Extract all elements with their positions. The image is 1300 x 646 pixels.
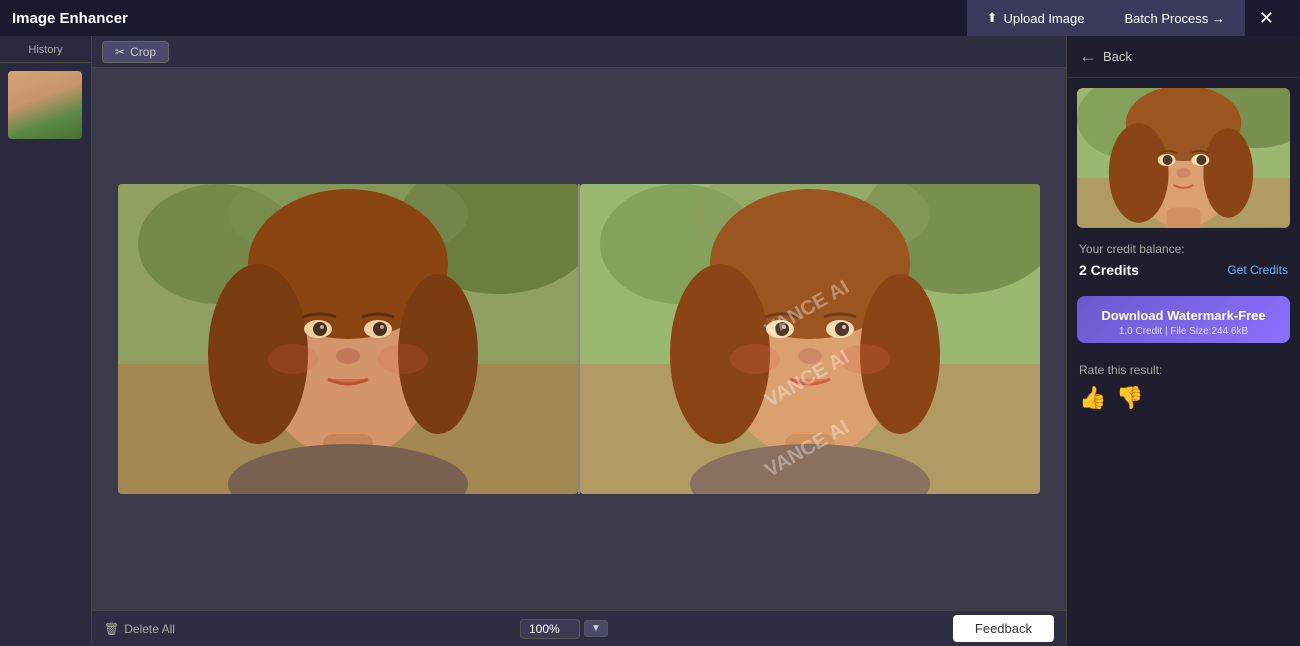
enhanced-image-panel: VANCE AI VANCE AI VANCE AI bbox=[580, 184, 1040, 494]
history-thumbnail bbox=[8, 71, 82, 139]
image-toolbar: ✂ Crop bbox=[92, 36, 1066, 68]
header-actions: ⬆ Upload Image Batch Process → ✕ bbox=[967, 0, 1288, 36]
rate-buttons: 👍 👎 bbox=[1079, 385, 1288, 411]
history-label: History bbox=[0, 36, 91, 63]
right-panel: ← Back Your credit balance: 2 Credi bbox=[1066, 36, 1300, 646]
comparison-container: VANCE AI VANCE AI VANCE AI bbox=[92, 68, 1066, 610]
credit-section: Your credit balance: 2 Credits Get Credi… bbox=[1067, 228, 1300, 286]
thumbnail-image bbox=[8, 71, 82, 139]
result-preview-image bbox=[1077, 88, 1290, 228]
enhanced-image: VANCE AI VANCE AI VANCE AI bbox=[580, 184, 1040, 494]
batch-process-button[interactable]: Batch Process → bbox=[1104, 0, 1244, 36]
download-btn-subtitle: 1.0 Credit | File Size:244.6kB bbox=[1087, 326, 1280, 337]
thumbs-down-icon: 👎 bbox=[1116, 385, 1143, 410]
back-arrow-icon: ← bbox=[1079, 46, 1097, 67]
upload-icon: ⬆ bbox=[987, 10, 998, 26]
credit-label: Your credit balance: bbox=[1079, 242, 1288, 256]
thumbs-up-icon: 👍 bbox=[1079, 385, 1106, 410]
app-header: Image Enhancer ⬆ Upload Image Batch Proc… bbox=[0, 0, 1300, 36]
bottom-toolbar: 🗑 Delete All ▼ Feedback bbox=[92, 610, 1066, 646]
thumbs-down-button[interactable]: 👎 bbox=[1116, 385, 1143, 411]
back-label: Back bbox=[1103, 49, 1132, 64]
close-icon: ✕ bbox=[1259, 8, 1274, 29]
main-canvas-area: ✂ Crop bbox=[92, 36, 1066, 610]
preview-svg bbox=[1077, 88, 1290, 228]
crop-button[interactable]: ✂ Crop bbox=[102, 41, 169, 63]
zoom-input[interactable] bbox=[520, 619, 580, 639]
original-image-panel bbox=[118, 184, 578, 494]
delete-all-button[interactable]: 🗑 Delete All bbox=[104, 622, 175, 636]
history-sidebar: History bbox=[0, 36, 92, 646]
upload-image-button[interactable]: ⬆ Upload Image bbox=[967, 0, 1105, 36]
zoom-dropdown-button[interactable]: ▼ bbox=[584, 620, 608, 637]
right-panel-header: ← Back bbox=[1067, 36, 1300, 78]
original-image bbox=[118, 184, 578, 494]
credit-row: 2 Credits Get Credits bbox=[1079, 262, 1288, 278]
history-item[interactable] bbox=[0, 63, 91, 147]
trash-icon: 🗑 bbox=[104, 622, 119, 636]
download-watermark-free-button[interactable]: Download Watermark-Free 1.0 Credit | Fil… bbox=[1077, 296, 1290, 343]
enhanced-image-svg: VANCE AI VANCE AI VANCE AI bbox=[580, 184, 1040, 494]
credit-count: 2 Credits bbox=[1079, 262, 1139, 278]
thumbs-up-button[interactable]: 👍 bbox=[1079, 385, 1106, 411]
crop-icon: ✂ bbox=[115, 45, 125, 59]
app-title: Image Enhancer bbox=[12, 10, 128, 27]
get-credits-link[interactable]: Get Credits bbox=[1227, 263, 1288, 277]
rate-section: Rate this result: 👍 👎 bbox=[1067, 353, 1300, 421]
original-image-svg bbox=[118, 184, 578, 494]
feedback-button[interactable]: Feedback bbox=[953, 615, 1054, 642]
download-btn-title: Download Watermark-Free bbox=[1087, 308, 1280, 323]
zoom-control: ▼ bbox=[520, 619, 608, 639]
close-button[interactable]: ✕ bbox=[1245, 0, 1288, 36]
back-button[interactable]: ← bbox=[1079, 46, 1103, 67]
rate-label: Rate this result: bbox=[1079, 363, 1288, 377]
